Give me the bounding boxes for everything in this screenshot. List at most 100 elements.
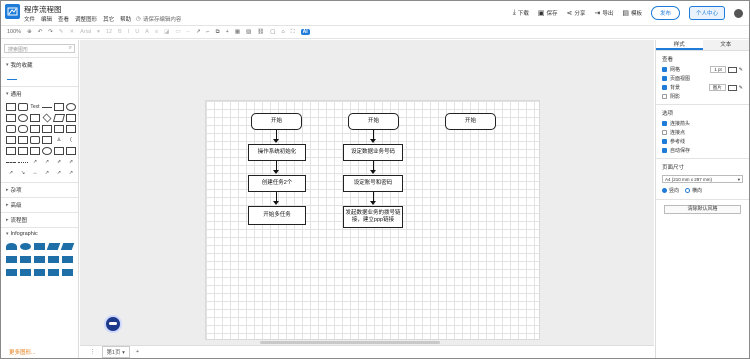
menu-extras[interactable]: 其它 [103, 15, 114, 23]
landscape-radio[interactable]: 横向 [685, 187, 702, 194]
step-shape[interactable] [6, 136, 16, 144]
infographic-shape[interactable] [48, 256, 59, 263]
page-tab-1[interactable]: 第1页 ▾ [101, 346, 130, 358]
download-button[interactable]: ⤓ 下载 [513, 9, 529, 17]
comment-icon[interactable]: ▢ [270, 29, 275, 35]
page-view-option[interactable]: 页面视图 [656, 74, 749, 83]
node-set-account[interactable]: 设定账号和密码 [343, 175, 403, 192]
arrow2-shape[interactable]: ↗ [42, 158, 52, 166]
infographic-shape[interactable] [34, 256, 45, 263]
brace-shape[interactable]: ( [66, 136, 76, 144]
grid-option[interactable]: 网格 1 pt ✎ [656, 65, 749, 74]
undo-icon[interactable]: ↶ [38, 29, 43, 35]
chevron-down-icon[interactable]: ▾ [97, 29, 100, 35]
dashed-line-shape[interactable] [6, 162, 16, 163]
or-shape[interactable] [6, 147, 16, 155]
line-style-icon[interactable]: ┄ [187, 29, 190, 35]
background-color-swatch[interactable] [727, 84, 737, 91]
save-button[interactable]: ▣ 保存 [538, 9, 558, 17]
square-shape[interactable] [6, 114, 16, 122]
internal-storage-shape[interactable] [54, 125, 64, 133]
guides-checkbox[interactable] [662, 139, 667, 144]
waypoint-icon[interactable]: ⌐ [206, 29, 209, 35]
connection-points-option[interactable]: 连接点 [656, 128, 749, 137]
add-page-icon[interactable]: + [136, 349, 139, 355]
menu-help[interactable]: 帮助 [120, 15, 131, 23]
card-shape[interactable] [18, 136, 28, 144]
node-start-1[interactable]: 开始 [251, 113, 302, 130]
shadow-option[interactable]: 阴影 [656, 92, 749, 101]
process-shape[interactable] [30, 114, 40, 122]
tape-shape[interactable] [30, 136, 40, 144]
more-shapes-button[interactable]: 更多图形... [9, 348, 36, 356]
arrow3-shape[interactable]: ⇗ [54, 158, 64, 166]
shape-30[interactable] [54, 147, 64, 155]
fullscreen-icon[interactable]: ⛶ [291, 29, 295, 36]
diamond-shape[interactable] [42, 113, 52, 123]
font-size-select[interactable]: 12 [106, 29, 112, 35]
menu-view[interactable]: 查看 [58, 15, 69, 23]
background-checkbox[interactable] [662, 85, 667, 90]
guides-option[interactable]: 参考线 [656, 137, 749, 146]
menu-edit[interactable]: 编辑 [41, 15, 52, 23]
section-favorites[interactable]: ▾ 我的收藏 [1, 57, 78, 72]
actor-shape[interactable]: ♙ [54, 136, 64, 144]
redo-icon[interactable]: ↷ [48, 29, 53, 35]
section-advanced[interactable]: ▸ 高级 [1, 197, 78, 212]
infographic-shape[interactable] [20, 269, 31, 276]
user-center-button[interactable]: 个人中心 [688, 6, 725, 20]
avatar[interactable] [734, 8, 743, 18]
cylinder-shape[interactable] [18, 125, 28, 133]
cloud-shape[interactable] [30, 125, 40, 133]
arrow7-shape[interactable]: ↔ [30, 169, 40, 177]
dotted-line-shape[interactable] [18, 162, 28, 163]
infographic-shape[interactable] [6, 256, 17, 263]
page-view-checkbox[interactable] [662, 76, 667, 81]
arrow6-shape[interactable]: ↘ [18, 169, 28, 177]
connection-arrows-option[interactable]: 连接箭头 [656, 119, 749, 128]
ai-assistant-robot-icon[interactable] [104, 315, 122, 333]
section-general[interactable]: ▾ 通用 [1, 86, 78, 101]
template-button[interactable]: ▤ 模板 [622, 9, 642, 17]
grid-size-input[interactable]: 1 pt [710, 66, 726, 73]
diagram-page[interactable]: 开始 操作系统初始化 创建任务2个 开始多任务 开始 设定数据业务号码 设定账号… [205, 100, 540, 340]
export-button[interactable]: ⇥ 导出 [594, 9, 613, 17]
horizontal-scrollbar[interactable] [260, 341, 440, 344]
connection-points-checkbox[interactable] [662, 130, 667, 135]
connector-icon[interactable]: ↗ [196, 29, 201, 35]
circle-shape[interactable] [18, 114, 28, 122]
link-icon[interactable]: ⛓ [257, 29, 264, 35]
tape2-shape[interactable] [30, 147, 40, 155]
line-shape[interactable] [42, 107, 52, 108]
zoom-select[interactable]: 100% [7, 29, 21, 35]
connection-arrows-checkbox[interactable] [662, 121, 667, 126]
format-paint-icon[interactable]: ✎ [59, 29, 64, 35]
cube-shape[interactable] [66, 125, 76, 133]
ellipse-shape[interactable] [66, 103, 76, 111]
node-start-3[interactable]: 开始 [445, 113, 496, 130]
shape-31[interactable] [66, 147, 76, 155]
parallelogram-shape[interactable] [52, 114, 66, 122]
arrow8-shape[interactable]: ↗ [42, 169, 52, 177]
arrow4-shape[interactable]: ⇗ [66, 158, 76, 166]
arrange-icon[interactable]: ⧉ [216, 29, 220, 36]
rectangle-shape[interactable] [6, 103, 16, 111]
hexagon-shape[interactable] [66, 114, 76, 122]
callout-shape[interactable] [42, 136, 52, 144]
infographic-shape[interactable] [62, 256, 73, 263]
ai-button[interactable]: AI [300, 29, 310, 35]
table-icon[interactable]: ▦ [235, 29, 240, 35]
font-select[interactable]: Arial [80, 29, 91, 35]
menu-arrange[interactable]: 调整图形 [75, 15, 97, 23]
infographic-shape[interactable] [20, 256, 31, 263]
note-shape[interactable] [54, 103, 64, 111]
node-set-number[interactable]: 设定数据业务号码 [343, 144, 403, 161]
section-infographic[interactable]: ▾ Infographic [1, 227, 78, 240]
fill-color-icon[interactable]: ◪ [164, 29, 169, 35]
section-flowchart[interactable]: ▸ 流程图 [1, 212, 78, 227]
arrow-shape[interactable]: ↗ [30, 158, 40, 166]
share-button[interactable]: ⋖ 分享 [567, 9, 586, 17]
menu-file[interactable]: 文件 [24, 15, 35, 23]
infographic-shape[interactable] [6, 243, 17, 250]
triangle-shape[interactable] [6, 125, 16, 133]
